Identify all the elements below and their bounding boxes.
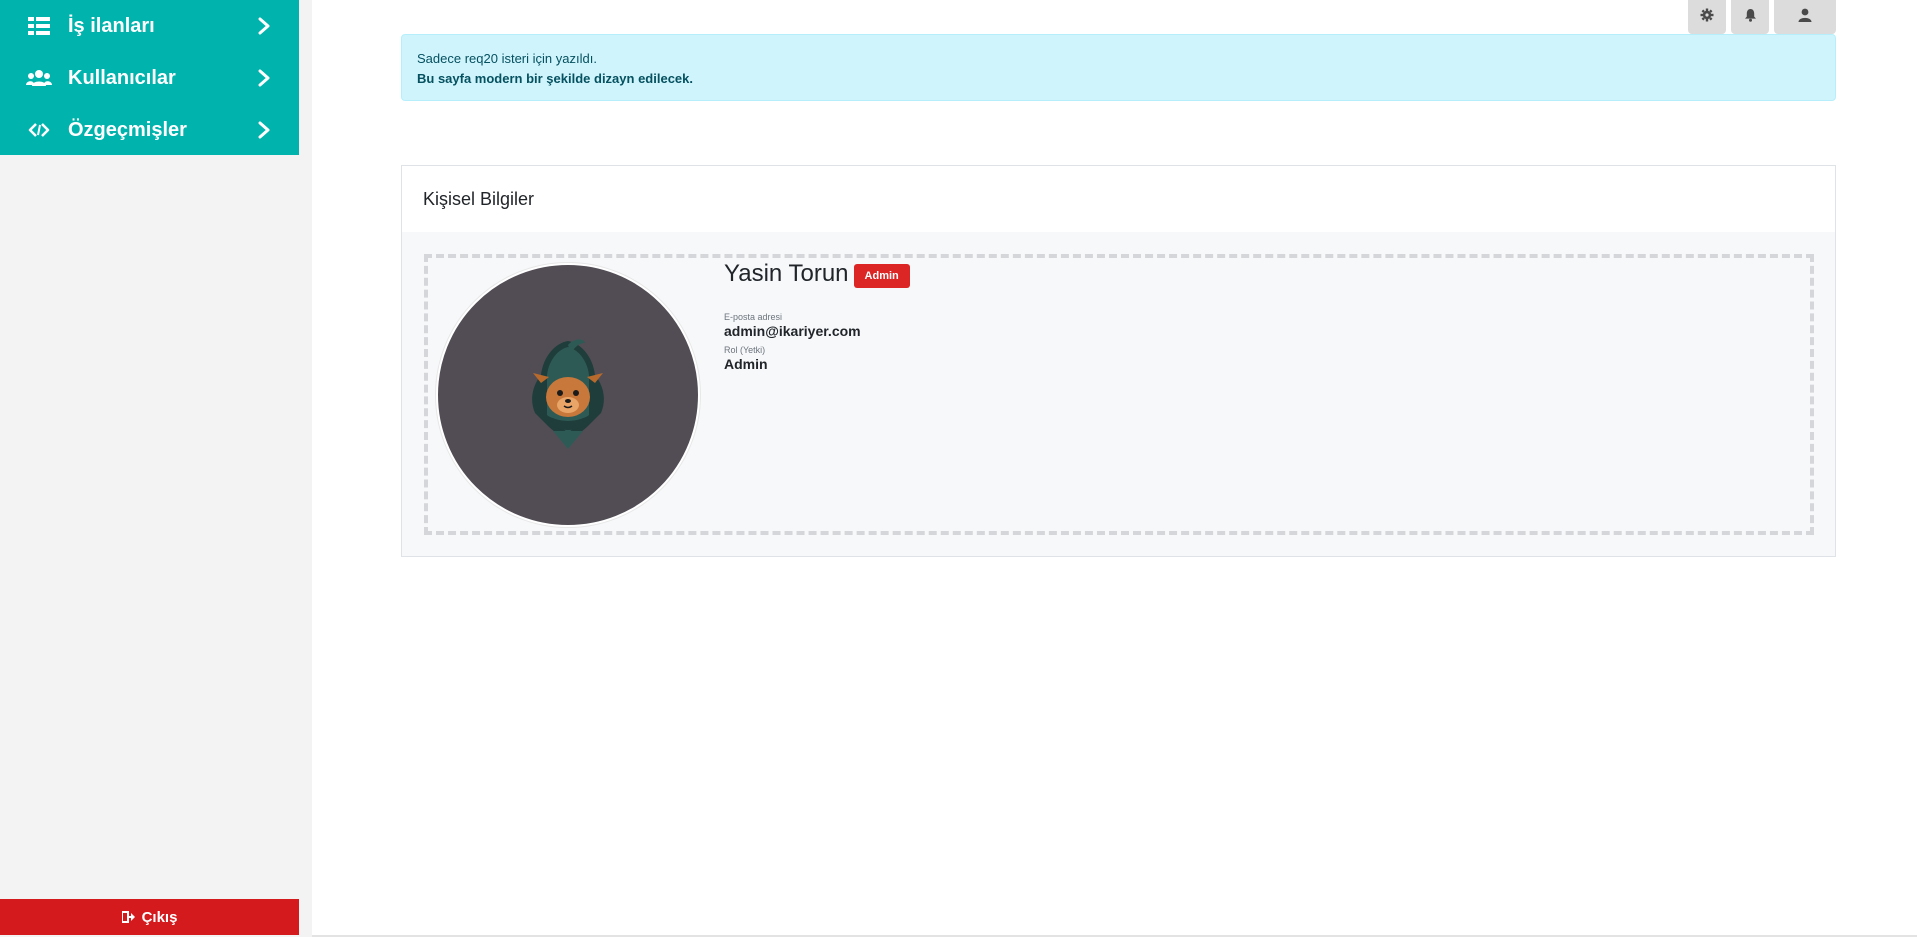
sign-out-icon bbox=[121, 911, 136, 923]
app-page: İş ilanları Kullanıcılar Özgeçmişler Çık… bbox=[0, 0, 1917, 937]
top-toolbar bbox=[1688, 0, 1836, 34]
chevron-right-icon bbox=[257, 120, 271, 140]
chevron-right-icon bbox=[257, 68, 271, 88]
bell-icon bbox=[1744, 8, 1757, 27]
name-row: Yasin Torun Admin bbox=[724, 260, 910, 288]
sidebar-item-users[interactable]: Kullanıcılar bbox=[0, 52, 299, 104]
role-label: Rol (Yetki) bbox=[724, 345, 766, 355]
alert-text-bold: Bu sayfa modern bir şekilde dizayn edile… bbox=[417, 71, 693, 86]
logout-button[interactable]: Çıkış bbox=[0, 899, 299, 935]
users-icon bbox=[26, 67, 52, 89]
card-title: Kişisel Bilgiler bbox=[402, 166, 1835, 232]
settings-button[interactable] bbox=[1688, 0, 1726, 34]
sidebar-item-label: Kullanıcılar bbox=[68, 66, 176, 89]
profile-button[interactable] bbox=[1774, 0, 1836, 34]
email-label: E-posta adresi bbox=[724, 312, 783, 322]
email-value: admin@ikariyer.com bbox=[724, 323, 861, 339]
logout-label: Çıkış bbox=[141, 908, 178, 926]
profile-name: Yasin Torun bbox=[724, 260, 849, 287]
sidebar-item-label: İş ilanları bbox=[68, 14, 155, 37]
sidebar-scrollbar[interactable] bbox=[299, 0, 312, 937]
code-icon bbox=[26, 119, 52, 141]
avatar[interactable] bbox=[436, 263, 700, 527]
user-icon bbox=[1798, 8, 1812, 27]
sidebar-item-jobs[interactable]: İş ilanları bbox=[0, 0, 299, 52]
sidebar-nav: İş ilanları Kullanıcılar Özgeçmişler bbox=[0, 0, 299, 155]
sidebar-item-label: Özgeçmişler bbox=[68, 118, 187, 141]
alert-text: Sadece req20 isteri için yazıldı. bbox=[417, 51, 597, 66]
personal-info-card: Kişisel Bilgiler Yasin Torun Admin E-pos… bbox=[401, 165, 1836, 557]
notifications-button[interactable] bbox=[1731, 0, 1769, 34]
profile-info: Yasin Torun Admin E-posta adresi admin@i… bbox=[724, 260, 910, 372]
sidebar: İş ilanları Kullanıcılar Özgeçmişler Çık… bbox=[0, 0, 299, 937]
card-body: Yasin Torun Admin E-posta adresi admin@i… bbox=[402, 232, 1835, 556]
gear-icon bbox=[1700, 8, 1714, 27]
sidebar-item-resumes[interactable]: Özgeçmişler bbox=[0, 104, 299, 156]
role-badge: Admin bbox=[853, 264, 910, 288]
list-icon bbox=[26, 15, 52, 37]
profile-dropzone: Yasin Torun Admin E-posta adresi admin@i… bbox=[424, 254, 1814, 535]
chevron-right-icon bbox=[257, 16, 271, 36]
hooded-mascot-icon bbox=[532, 339, 604, 449]
role-value: Admin bbox=[724, 356, 768, 372]
info-alert: Sadece req20 isteri için yazıldı. Bu say… bbox=[401, 34, 1836, 101]
